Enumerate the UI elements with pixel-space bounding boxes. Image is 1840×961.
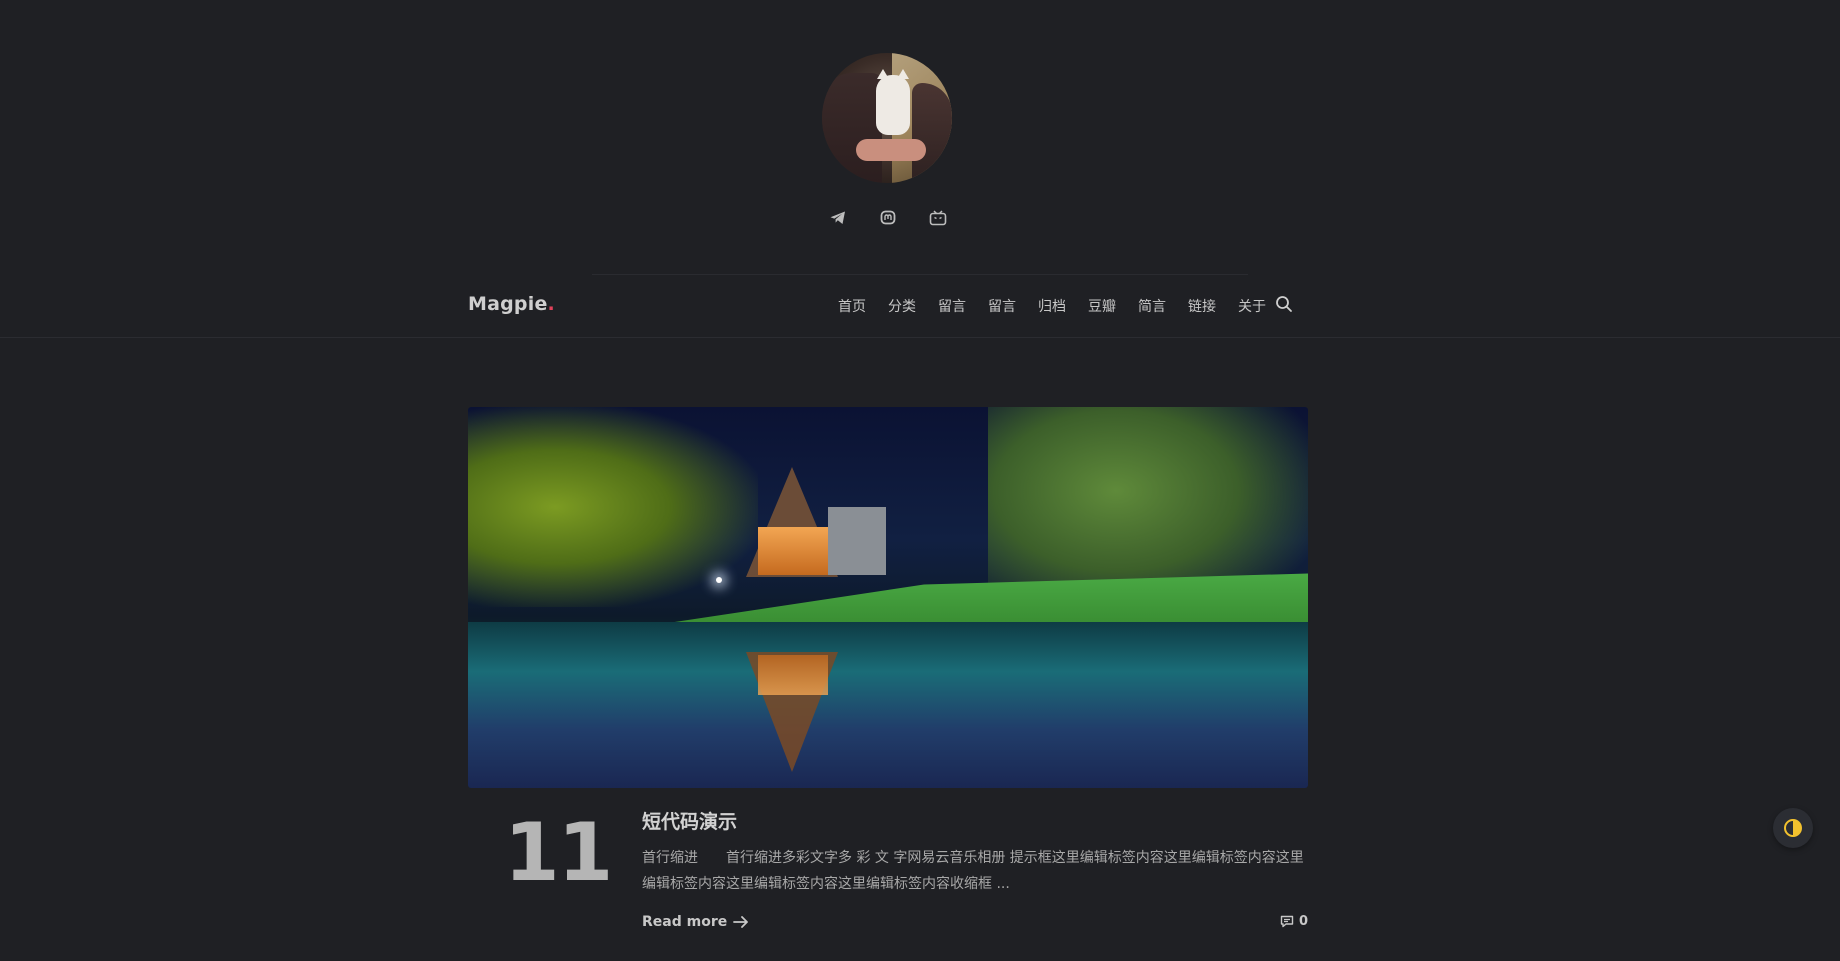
cover-water	[468, 622, 1308, 788]
nav-item-guestbook[interactable]: 留言	[927, 296, 977, 316]
nav-item-home[interactable]: 首页	[827, 296, 877, 316]
search-icon[interactable]	[1275, 295, 1295, 315]
cover-house-window	[758, 527, 828, 575]
cover-light-reflection	[758, 655, 828, 695]
post-card: 11 短代码演示 首行缩进 首行缩进多彩文字多 彩 文 字网易云音乐相册 提示框…	[468, 407, 1308, 930]
post-day: 11	[504, 806, 613, 899]
theme-toggle-button[interactable]	[1773, 808, 1813, 848]
brand-name: Magpie	[468, 293, 548, 315]
avatar-hands	[856, 139, 926, 161]
post-cover-image[interactable]	[468, 407, 1308, 788]
nav-item-guestbook-2[interactable]: 留言	[977, 296, 1027, 316]
telegram-icon[interactable]	[827, 207, 849, 229]
nav-item-archive[interactable]: 归档	[1027, 296, 1077, 316]
arrow-right-icon	[733, 916, 749, 928]
header-divider	[592, 274, 1248, 275]
nav-item-about[interactable]: 关于	[1227, 296, 1277, 316]
nav-item-categories[interactable]: 分类	[877, 296, 927, 316]
site-brand[interactable]: Magpie.	[468, 293, 555, 315]
nav-item-links[interactable]: 链接	[1177, 296, 1227, 316]
post-excerpt: 首行缩进 首行缩进多彩文字多 彩 文 字网易云音乐相册 提示框这里编辑标签内容这…	[642, 850, 1304, 892]
contrast-icon	[1784, 819, 1802, 837]
bilibili-icon[interactable]	[927, 207, 949, 229]
social-links	[0, 207, 1840, 229]
cover-trees-left	[468, 407, 758, 607]
cover-lamp	[716, 577, 722, 583]
navbar: Magpie. 首页 分类 留言 留言 归档 豆瓣 简言 链接 关于	[0, 283, 1840, 338]
brand-dot: .	[547, 293, 555, 315]
comment-icon	[1280, 915, 1294, 928]
nav-item-douban[interactable]: 豆瓣	[1077, 296, 1127, 316]
comments-link[interactable]: 0	[1280, 914, 1308, 929]
nav-menu: 首页 分类 留言 留言 归档 豆瓣 简言 链接 关于	[827, 296, 1277, 316]
avatar-coat-right	[912, 83, 952, 183]
avatar-coat-left	[822, 73, 882, 183]
read-more-link[interactable]: Read more	[642, 914, 749, 930]
mastodon-icon[interactable]	[877, 207, 899, 229]
avatar-cat	[876, 75, 910, 135]
read-more-label: Read more	[642, 914, 728, 930]
profile-header	[0, 0, 1840, 275]
post-title[interactable]: 短代码演示	[642, 807, 737, 834]
post-meta: 11 短代码演示 首行缩进 首行缩进多彩文字多 彩 文 字网易云音乐相册 提示框…	[468, 801, 1308, 961]
nav-item-notes[interactable]: 简言	[1127, 296, 1177, 316]
avatar[interactable]	[822, 53, 952, 183]
cover-house-side	[828, 507, 886, 575]
comment-count: 0	[1298, 914, 1308, 929]
